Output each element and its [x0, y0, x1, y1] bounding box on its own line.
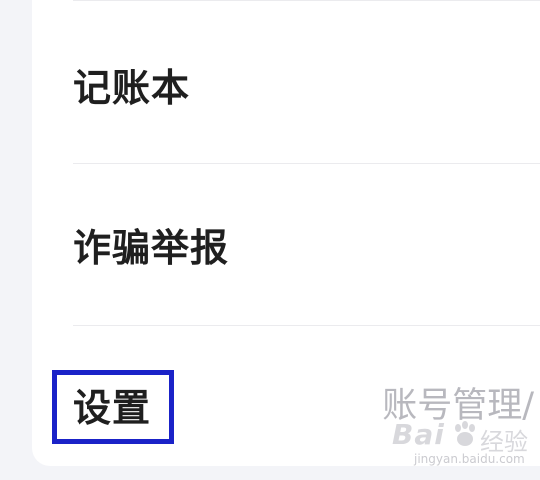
divider — [73, 0, 540, 1]
menu-item-ledger[interactable]: 记账本 — [32, 2, 540, 162]
settings-screen: 记账本 诈骗举报 设置 账号管理/ Bai 经验 jingyan.baidu.c… — [0, 0, 540, 480]
menu-card: 记账本 诈骗举报 设置 账号管理/ — [32, 0, 540, 466]
menu-item-fraud-report[interactable]: 诈骗举报 — [32, 164, 540, 324]
menu-item-label: 诈骗举报 — [73, 226, 230, 270]
menu-item-label: 设置 — [73, 386, 152, 430]
menu-item-settings[interactable]: 设置 账号管理/ — [32, 326, 540, 466]
menu-item-value: 账号管理/ — [382, 386, 534, 426]
menu-item-label: 记账本 — [73, 66, 191, 110]
